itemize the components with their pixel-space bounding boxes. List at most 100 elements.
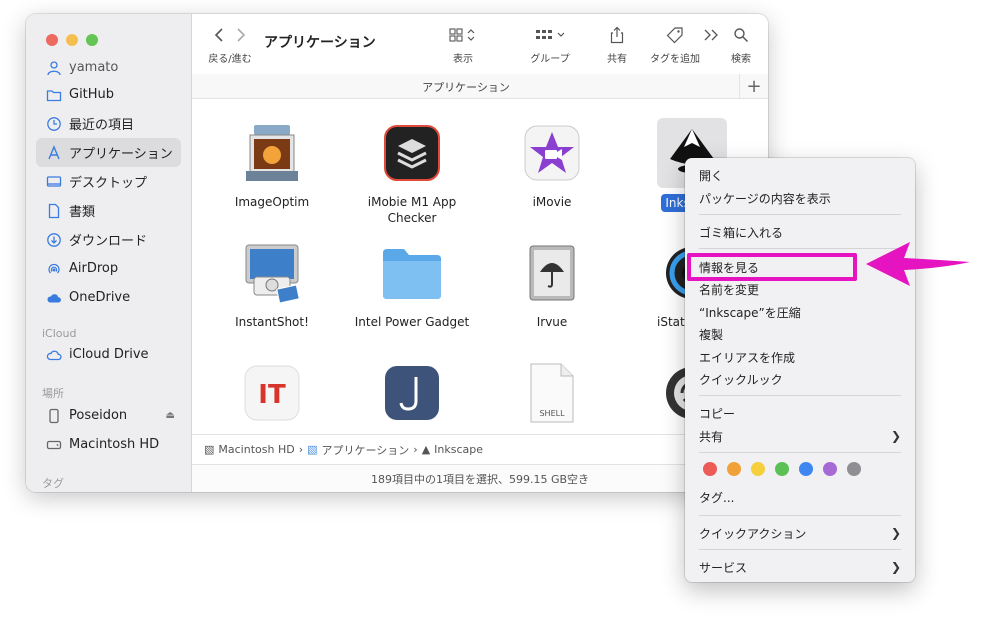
sidebar-item-airdrop[interactable]: AirDrop xyxy=(26,254,191,283)
menu-item-make-alias[interactable]: エイリアスを作成 xyxy=(699,348,901,366)
instantshot-icon xyxy=(237,238,307,308)
svg-text:IT: IT xyxy=(258,380,286,410)
chevron-right-icon: ❯ xyxy=(890,526,901,540)
applications-icon xyxy=(46,144,62,161)
app-imobie[interactable]: iMobie M1 App Checker xyxy=(352,118,472,226)
sidebar-item-poseidon[interactable]: Poseidon ⏏ xyxy=(26,401,191,430)
back-forward-button[interactable]: 戻る/進む xyxy=(208,24,252,65)
sidebar-item-documents[interactable]: 書類 xyxy=(26,196,191,225)
add-tag-button[interactable]: タグを追加 xyxy=(642,24,708,65)
disk-icon: ▧ xyxy=(204,443,215,456)
airdrop-icon xyxy=(46,261,62,277)
menu-item-open[interactable]: 開く xyxy=(699,166,901,184)
path-bar: ▧ Macintosh HD › ▧ アプリケーション › ▲ Inkscape xyxy=(192,434,768,464)
shell-file-icon: SHELL xyxy=(517,358,587,428)
more-toolbar-button[interactable] xyxy=(700,24,722,46)
cloud-icon xyxy=(46,347,62,363)
chevron-right-icon: › xyxy=(298,443,304,456)
menu-separator xyxy=(699,214,901,215)
download-icon xyxy=(46,232,62,248)
menu-item-quick-actions[interactable]: クイックアクション ❯ xyxy=(699,524,901,542)
chevron-right-icon: ❯ xyxy=(890,429,901,443)
sidebar-item-applications[interactable]: アプリケーション xyxy=(36,138,181,167)
sidebar-section-tags: タグ xyxy=(42,477,64,490)
toolbar: 戻る/進む アプリケーション 表示 グループ 共有 タグを追加 検索 xyxy=(192,14,768,74)
tab-bar: アプリケーション + xyxy=(192,74,768,99)
app-intel-power-gadget[interactable]: Intel Power Gadget xyxy=(352,238,472,330)
chevron-back-forward-icon xyxy=(214,28,246,42)
crumb-macintosh-hd[interactable]: Macintosh HD xyxy=(218,443,294,456)
share-button[interactable]: 共有 xyxy=(602,24,632,65)
share-icon xyxy=(610,26,624,44)
sidebar-item-recents[interactable]: 最近の項目 xyxy=(26,109,191,138)
app-imovie[interactable]: iMovie xyxy=(492,118,612,210)
eject-icon[interactable]: ⏏ xyxy=(166,410,175,421)
app-instantshot[interactable]: InstantShot! xyxy=(212,238,332,330)
cloud-icon xyxy=(46,290,62,306)
zoom-button[interactable] xyxy=(86,34,98,46)
tag-color-purple[interactable] xyxy=(823,462,837,476)
folder-icon xyxy=(377,238,447,308)
menu-separator xyxy=(699,395,901,396)
tag-color-red[interactable] xyxy=(703,462,717,476)
menu-item-services[interactable]: サービス ❯ xyxy=(699,558,901,576)
tab-title[interactable]: アプリケーション xyxy=(192,79,740,95)
sidebar-item-onedrive[interactable]: OneDrive xyxy=(26,283,191,312)
chevron-right-icon: › xyxy=(413,443,418,456)
sidebar-section-locations: 場所 xyxy=(42,387,64,400)
sidebar-item-downloads[interactable]: ダウンロード xyxy=(26,225,191,254)
annotation-highlight-box xyxy=(687,253,857,281)
applications-folder-icon: ▧ xyxy=(307,443,318,456)
menu-item-share[interactable]: 共有 ❯ xyxy=(699,427,901,445)
tag-color-green[interactable] xyxy=(775,462,789,476)
status-text: 189項目中の1項目を選択、599.15 GB空き xyxy=(370,473,590,486)
app-itmedia[interactable]: IT xyxy=(212,358,332,434)
annotation-arrow-icon xyxy=(866,242,970,286)
imobie-icon xyxy=(377,118,447,188)
menu-item-tags[interactable]: タグ... xyxy=(699,488,901,506)
search-icon xyxy=(734,28,749,43)
sidebar-item-macintosh-hd[interactable]: Macintosh HD xyxy=(26,430,191,459)
tag-color-yellow[interactable] xyxy=(751,462,765,476)
search-button[interactable]: 検索 xyxy=(724,24,758,65)
file-shell-script[interactable]: SHELL xyxy=(492,358,612,434)
inkscape-small-icon: ▲ xyxy=(421,443,431,456)
new-tab-button[interactable]: + xyxy=(739,74,768,98)
itmedia-icon: IT xyxy=(237,358,307,428)
tag-color-orange[interactable] xyxy=(727,462,741,476)
menu-item-show-package[interactable]: パッケージの内容を表示 xyxy=(699,189,901,207)
sidebar-item-desktop[interactable]: デスクトップ xyxy=(26,167,191,196)
chevron-right-icon: ❯ xyxy=(890,560,901,574)
menu-item-compress[interactable]: “Inkscape”を圧縮 xyxy=(699,303,901,321)
file-grid: ImageOptim iMobie M1 App Checker iMovie … xyxy=(192,98,768,434)
crumb-applications[interactable]: アプリケーション xyxy=(322,442,410,458)
close-button[interactable] xyxy=(46,34,58,46)
tag-color-blue[interactable] xyxy=(799,462,813,476)
folder-icon xyxy=(46,87,62,103)
app-imageoptim[interactable]: ImageOptim xyxy=(212,118,332,210)
tag-color-gray[interactable] xyxy=(847,462,861,476)
app-irvue[interactable]: Irvue xyxy=(492,238,612,330)
sidebar-item-yamato[interactable]: yamato xyxy=(26,60,191,80)
sidebar-item-icloud-drive[interactable]: iCloud Drive xyxy=(26,340,191,369)
minimize-button[interactable] xyxy=(66,34,78,46)
menu-item-quick-look[interactable]: クイックルック xyxy=(699,370,901,388)
clock-icon xyxy=(46,116,62,132)
group-button[interactable]: グループ xyxy=(525,24,575,65)
group-icon xyxy=(536,30,565,39)
device-icon xyxy=(46,408,62,424)
tag-color-row xyxy=(703,462,861,476)
j-app-icon xyxy=(377,358,447,428)
shell-badge: SHELL xyxy=(539,409,565,418)
window-controls xyxy=(46,34,98,46)
disk-icon xyxy=(46,437,62,453)
menu-item-copy[interactable]: コピー xyxy=(699,404,901,422)
crumb-inkscape[interactable]: Inkscape xyxy=(434,443,483,456)
menu-separator xyxy=(699,515,901,516)
sidebar: yamato GitHub 最近の項目 アプリケーション デスクトップ 書類 ダ… xyxy=(26,14,192,492)
view-button[interactable]: 表示 xyxy=(443,24,483,65)
status-bar: 189項目中の1項目を選択、599.15 GB空き xyxy=(192,464,768,492)
app-j[interactable] xyxy=(352,358,472,434)
sidebar-item-github[interactable]: GitHub xyxy=(26,80,191,109)
menu-item-duplicate[interactable]: 複製 xyxy=(699,325,901,343)
